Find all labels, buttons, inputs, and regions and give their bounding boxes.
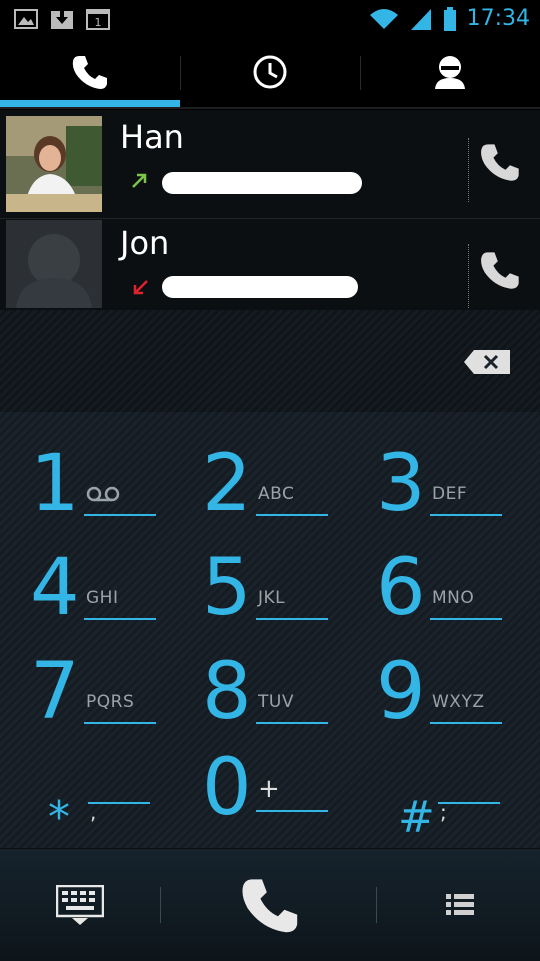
key-letters: GHI [86,588,119,608]
key-letters: DEF [432,484,468,504]
clock-icon [253,55,287,89]
dial-button[interactable] [190,849,350,961]
key-letters: PQRS [86,692,135,712]
key-2[interactable]: 2 ABC [202,430,372,530]
key-digit: 6 [376,543,426,633]
key-7[interactable]: 7 PQRS [30,638,200,738]
status-bar: 1 17:34 [0,0,540,38]
separator [376,887,377,923]
keyboard-icon [56,885,104,925]
battery-icon [443,6,456,31]
key-digit: 4 [30,543,80,633]
key-underline [256,618,328,620]
contact-photo-placeholder [6,220,102,308]
status-time: 17:34 [466,6,530,31]
key-digit: 7 [30,647,80,737]
signal-icon [410,8,431,30]
key-underline [430,618,502,620]
key-digit: 2 [202,439,252,529]
redacted-number [162,172,362,194]
key-3[interactable]: 3 DEF [376,430,540,530]
digits-field[interactable] [0,310,540,412]
person-icon [435,56,465,89]
contact-row-jon[interactable]: Jon [0,220,540,320]
contact-photo [6,116,102,212]
key-4[interactable]: 4 GHI [30,534,200,634]
contact-name: Han [120,118,184,156]
key-letters: TUV [258,692,294,712]
key-underline [84,722,156,724]
show-keyboard-button[interactable] [0,849,160,961]
bottom-action-bar [0,848,540,961]
key-digit: * [48,792,70,843]
key-5[interactable]: 5 JKL [202,534,372,634]
redacted-number [162,276,358,298]
key-8[interactable]: 8 TUV [202,638,372,738]
key-digit: # [398,792,435,843]
key-digit: 8 [202,647,252,737]
key-digit: 5 [202,543,252,633]
key-underline [256,514,328,516]
key-letters: JKL [258,588,286,608]
call-contact-button[interactable] [478,140,522,184]
key-letters: MNO [432,588,475,608]
contact-name: Jon [120,224,170,262]
key-letters: ABC [258,484,295,504]
tab-recent[interactable] [180,38,360,106]
key-underline [256,722,328,724]
call-icon [242,879,298,933]
key-underline [84,514,156,516]
call-contact-button[interactable] [478,248,522,292]
contact-suggestion-list: Han Jon [0,110,540,310]
key-letters: WXYZ [432,692,485,712]
backspace-button[interactable] [464,350,510,374]
tab-contacts[interactable] [360,38,540,106]
wifi-icon [369,8,398,29]
key-digit: 1 [30,439,80,529]
key-letters: + [258,774,281,804]
sim-icon: 1 [86,9,110,30]
voicemail-icon [86,486,120,502]
key-underline [438,802,500,804]
key-digit: 3 [376,439,426,529]
key-underline [88,802,150,804]
outgoing-call-icon [132,173,147,188]
key-underline [430,514,502,516]
row-divider [0,218,540,219]
separator [160,887,161,923]
tab-phone[interactable] [0,38,180,106]
sim-label: 1 [95,16,102,29]
key-0[interactable]: 0 + [202,734,372,834]
phone-icon [72,56,107,89]
key-pound[interactable]: # ; [398,742,540,843]
tab-bar [0,38,540,110]
key-underline [256,810,328,812]
key-star[interactable]: * , [48,742,218,843]
missed-call-icon [133,280,148,295]
key-underline [84,618,156,620]
overflow-menu-button[interactable] [380,849,540,961]
download-icon [51,9,73,29]
divider [468,244,469,308]
divider [468,138,469,202]
key-underline [430,722,502,724]
key-9[interactable]: 9 WXYZ [376,638,540,738]
image-icon [14,9,38,29]
key-digit: 0 [202,743,252,833]
key-6[interactable]: 6 MNO [376,534,540,634]
menu-icon [446,894,474,915]
dialpad: 1 2 ABC 3 DEF 4 GHI 5 JKL 6 MNO 7 PQRS 8… [0,412,540,848]
key-digit: 9 [376,647,426,737]
contact-row-han[interactable]: Han [0,110,540,212]
tab-underline [0,107,540,109]
key-1[interactable]: 1 [30,430,200,530]
